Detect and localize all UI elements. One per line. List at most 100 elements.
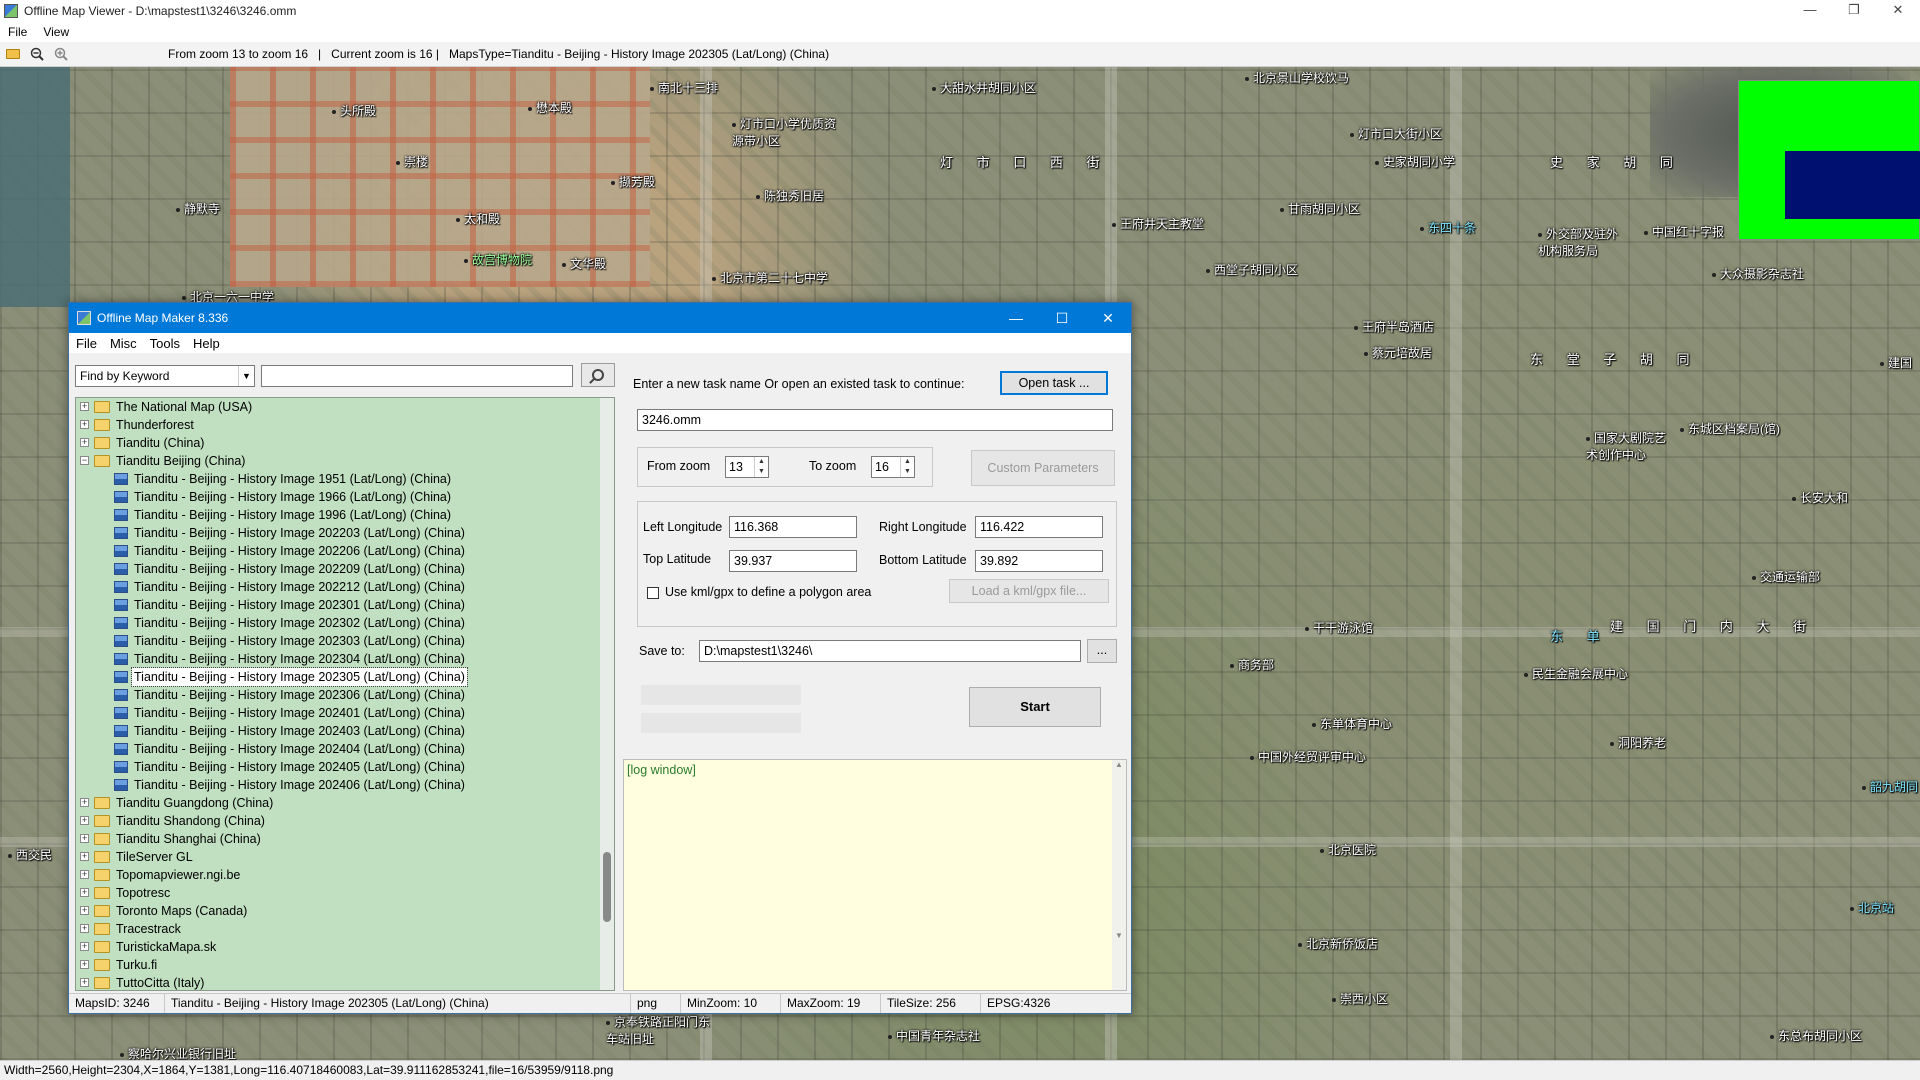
find-mode-select[interactable]: Find by Keyword ▼ [75, 365, 255, 387]
restore-button[interactable]: ❐ [1832, 0, 1876, 22]
dialog-menu-file[interactable]: File [69, 336, 103, 351]
tree-folder-row[interactable]: + Tianditu Guangdong (China) [76, 794, 614, 812]
log-scrollbar[interactable]: ▲ ▼ [1112, 760, 1126, 990]
street-label: 灯 市 口 西 街 [940, 155, 1110, 170]
left-longitude-field[interactable]: 116.368 [729, 516, 857, 538]
tree-map-row[interactable]: Tianditu - Beijing - History Image 20221… [76, 578, 614, 596]
open-task-button[interactable]: Open task ... [1000, 371, 1108, 395]
top-latitude-field[interactable]: 39.937 [729, 550, 857, 572]
tree-map-row[interactable]: Tianditu - Beijing - History Image 20230… [76, 686, 614, 704]
tree-scrollbar[interactable] [600, 398, 614, 990]
collapse-icon[interactable]: − [80, 456, 89, 465]
tree-map-row[interactable]: Tianditu - Beijing - History Image 20220… [76, 560, 614, 578]
status-max-zoom: MaxZoom: 19 [781, 994, 881, 1013]
bottom-latitude-field[interactable]: 39.892 [975, 550, 1103, 572]
tree-folder-row[interactable]: + Turku.fi [76, 956, 614, 974]
open-folder-button[interactable] [2, 44, 24, 64]
tree-map-row[interactable]: Tianditu - Beijing - History Image 20230… [76, 667, 614, 687]
close-button[interactable]: ✕ [1876, 0, 1920, 22]
expand-icon[interactable]: + [80, 960, 89, 969]
expand-icon[interactable]: + [80, 420, 89, 429]
tree-folder-row[interactable]: + The National Map (USA) [76, 398, 614, 416]
start-button[interactable]: Start [969, 687, 1101, 727]
tree-folder-row[interactable]: + Tracestrack [76, 920, 614, 938]
task-panel: Enter a new task name Or open an existed… [623, 357, 1127, 993]
expand-icon[interactable]: + [80, 438, 89, 447]
dialog-menu-tools[interactable]: Tools [143, 336, 186, 351]
zoom-out-icon [30, 47, 44, 61]
viewer-window-buttons: — ❐ ✕ [1788, 0, 1920, 22]
expand-icon[interactable]: + [80, 834, 89, 843]
tree-folder-row[interactable]: + TuttoCitta (Italy) [76, 974, 614, 990]
stepper-arrows-icon[interactable]: ▲ ▼ [900, 457, 914, 477]
expand-icon[interactable]: + [80, 816, 89, 825]
expand-icon[interactable]: + [80, 924, 89, 933]
tree-map-row[interactable]: Tianditu - Beijing - History Image 20240… [76, 722, 614, 740]
overview-map[interactable] [1738, 80, 1920, 240]
tree-item-label: Toronto Maps (Canada) [116, 904, 248, 918]
dialog-minimize-button[interactable]: — [993, 303, 1039, 333]
tree-folder-row[interactable]: + Topomapviewer.ngi.be [76, 866, 614, 884]
from-zoom-stepper[interactable]: 13 ▲ ▼ [725, 456, 769, 478]
to-zoom-stepper[interactable]: 16 ▲ ▼ [871, 456, 915, 478]
tree-map-row[interactable]: Tianditu - Beijing - History Image 20220… [76, 524, 614, 542]
tree-map-row[interactable]: Tianditu - Beijing - History Image 1996 … [76, 506, 614, 524]
expand-icon[interactable]: + [80, 870, 89, 879]
map-label: 头所殿 [332, 102, 376, 119]
zoom-out-button[interactable] [26, 44, 48, 64]
tree-map-row[interactable]: Tianditu - Beijing - History Image 20220… [76, 542, 614, 560]
tree-map-row[interactable]: Tianditu - Beijing - History Image 1966 … [76, 488, 614, 506]
menu-view[interactable]: View [35, 25, 77, 39]
right-longitude-field[interactable]: 116.422 [975, 516, 1103, 538]
expand-icon[interactable]: + [80, 798, 89, 807]
tree-folder-row[interactable]: − Tianditu Beijing (China) [76, 452, 614, 470]
expand-icon[interactable]: + [80, 888, 89, 897]
tree-map-row[interactable]: Tianditu - Beijing - History Image 20240… [76, 758, 614, 776]
tree-folder-row[interactable]: + Tianditu Shandong (China) [76, 812, 614, 830]
tree-folder-row[interactable]: + Tianditu Shanghai (China) [76, 830, 614, 848]
dialog-maximize-button[interactable]: ☐ [1039, 303, 1085, 333]
tree-map-row[interactable]: Tianditu - Beijing - History Image 20230… [76, 614, 614, 632]
dialog-menu-help[interactable]: Help [186, 336, 226, 351]
tree-folder-row[interactable]: + TuristickaMapa.sk [76, 938, 614, 956]
dialog-close-button[interactable]: ✕ [1085, 303, 1131, 333]
expand-icon[interactable]: + [80, 942, 89, 951]
status-maps-id: MapsID: 3246 [69, 994, 165, 1013]
load-kml-button[interactable]: Load a kml/gpx file... [949, 579, 1109, 603]
expand-icon[interactable]: + [80, 402, 89, 411]
tree-map-row[interactable]: Tianditu - Beijing - History Image 20240… [76, 704, 614, 722]
map-label: 中国外经贸评审中心 [1250, 748, 1366, 765]
expand-icon[interactable]: + [80, 852, 89, 861]
save-to-field[interactable]: D:\mapstest1\3246\ [699, 640, 1081, 662]
tree-map-row[interactable]: Tianditu - Beijing - History Image 20230… [76, 632, 614, 650]
log-window[interactable]: [log window] ▲ ▼ [623, 759, 1127, 991]
menu-file[interactable]: File [0, 25, 35, 39]
tree-scrollbar-thumb[interactable] [603, 852, 611, 922]
zoom-in-button[interactable] [50, 44, 72, 64]
search-button[interactable] [581, 363, 615, 387]
expand-icon[interactable]: + [80, 978, 89, 987]
tree-map-row[interactable]: Tianditu - Beijing - History Image 1951 … [76, 470, 614, 488]
browse-button[interactable]: ... [1087, 639, 1117, 663]
kml-checkbox[interactable] [647, 587, 659, 599]
tree-map-row[interactable]: Tianditu - Beijing - History Image 20230… [76, 650, 614, 668]
task-name-field[interactable]: 3246.omm [637, 409, 1113, 431]
custom-parameters-button[interactable]: Custom Parameters [971, 450, 1115, 486]
map-layer-icon [114, 599, 128, 611]
dialog-menu-misc[interactable]: Misc [103, 336, 143, 351]
tree-map-row[interactable]: Tianditu - Beijing - History Image 20240… [76, 740, 614, 758]
tree-map-row[interactable]: Tianditu - Beijing - History Image 20240… [76, 776, 614, 794]
search-input[interactable] [261, 365, 573, 387]
minimize-button[interactable]: — [1788, 0, 1832, 22]
map-source-tree[interactable]: + The National Map (USA) + Thunderforest + Ti… [75, 397, 615, 991]
tree-folder-row[interactable]: + Thunderforest [76, 416, 614, 434]
tree-folder-row[interactable]: + Toronto Maps (Canada) [76, 902, 614, 920]
tree-folder-row[interactable]: + TileServer GL [76, 848, 614, 866]
tree-item-label: Tianditu Beijing (China) [116, 454, 246, 468]
expand-icon[interactable]: + [80, 906, 89, 915]
stepper-arrows-icon[interactable]: ▲ ▼ [754, 457, 768, 477]
map-layer-icon [114, 473, 128, 485]
tree-map-row[interactable]: Tianditu - Beijing - History Image 20230… [76, 596, 614, 614]
tree-folder-row[interactable]: + Topotresc [76, 884, 614, 902]
tree-folder-row[interactable]: + Tianditu (China) [76, 434, 614, 452]
